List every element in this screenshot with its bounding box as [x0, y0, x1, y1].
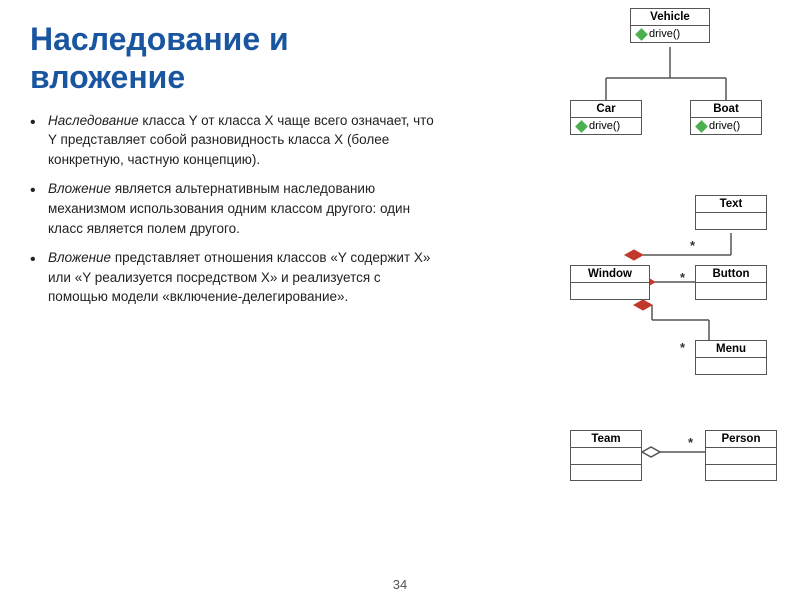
slide-title: Наследование и вложение	[30, 20, 440, 97]
bullet-3-italic: Вложение	[48, 250, 111, 265]
car-header: Car	[571, 101, 641, 118]
button-header: Button	[696, 266, 766, 283]
car-method: drive()	[571, 118, 641, 134]
star-2: *	[680, 270, 685, 285]
car-diamond	[575, 120, 588, 133]
star-4: *	[688, 435, 693, 450]
button-box: Button	[695, 265, 767, 300]
bullet-2: Вложение является альтернативным наследо…	[30, 179, 440, 238]
text-header: Text	[696, 196, 766, 213]
bullet-list: Наследование класса Y от класса X чаще в…	[30, 111, 440, 317]
bullet-2-italic: Вложение	[48, 181, 111, 196]
text-box: Text	[695, 195, 767, 230]
bullet-1-italic: Наследование	[48, 113, 139, 128]
vehicle-box: Vehicle drive()	[630, 8, 710, 43]
window-header: Window	[571, 266, 649, 283]
menu-header: Menu	[696, 341, 766, 358]
boat-box: Boat drive()	[690, 100, 762, 135]
boat-method: drive()	[691, 118, 761, 134]
person-box: Person	[705, 430, 777, 481]
boat-header: Boat	[691, 101, 761, 118]
page-number: 34	[393, 577, 407, 592]
star-1: *	[690, 238, 695, 253]
window-box: Window	[570, 265, 650, 300]
boat-diamond	[695, 120, 708, 133]
team-box: Team	[570, 430, 642, 481]
vehicle-diamond	[635, 28, 648, 41]
bullet-1: Наследование класса Y от класса X чаще в…	[30, 111, 440, 170]
slide: Наследование и вложение Наследование кла…	[0, 0, 800, 600]
left-panel: Наследование и вложение Наследование кла…	[0, 0, 460, 600]
car-box: Car drive()	[570, 100, 642, 135]
vehicle-header: Vehicle	[631, 9, 709, 26]
vehicle-method: drive()	[631, 26, 709, 42]
menu-box: Menu	[695, 340, 767, 375]
bullet-3: Вложение представляет отношения классов …	[30, 248, 440, 307]
team-header: Team	[571, 431, 641, 448]
person-header: Person	[706, 431, 776, 448]
right-panel: Vehicle drive() Car drive() Boat drive()	[460, 0, 800, 600]
star-3: *	[680, 340, 685, 355]
